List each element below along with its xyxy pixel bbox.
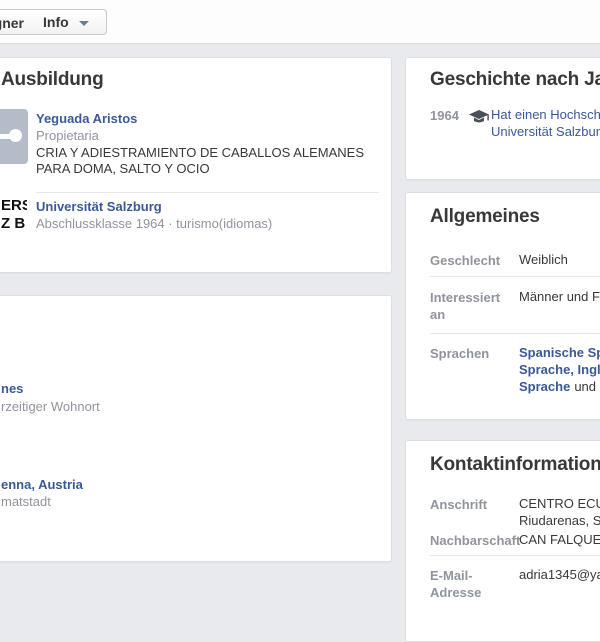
history-by-year-card: Geschichte nach Jahr 1964 Hat einen Hoch… xyxy=(405,57,600,180)
hometown-label: matstadt xyxy=(1,494,51,509)
history-event-link[interactable]: Universität Salzburg xyxy=(491,124,600,139)
history-card-title: Geschichte nach Jahr xyxy=(430,69,600,91)
address-value: CENTRO ECUEST xyxy=(519,496,600,511)
current-city-link[interactable]: nes xyxy=(1,381,23,396)
university-entry-title-link[interactable]: Universität Salzburg xyxy=(36,199,162,214)
education-card-title: Ausbildung xyxy=(1,69,103,91)
work-education-card: Ausbildung Yeguada Aristos Propietaria C… xyxy=(0,57,392,273)
interested-in-value: Männer und Frau xyxy=(519,289,600,304)
work-entry-description: CRIA Y ADIESTRAMIENTO DE CABALLOS ALEMAN… xyxy=(36,145,366,177)
language-link[interactable]: Sprache xyxy=(519,379,570,394)
university-logo: ERS Z B xyxy=(1,197,27,237)
address-value: Riudarenas, Spa xyxy=(519,513,600,528)
university-logo-text: ERS xyxy=(1,197,27,215)
entry-divider xyxy=(36,192,379,193)
interested-in-label: Interessiert an xyxy=(430,289,510,323)
work-placeholder-icon xyxy=(0,109,28,164)
neighborhood-label: Nachbarschaft xyxy=(430,532,520,549)
cut-off-tab-button[interactable]: gner xyxy=(0,9,34,35)
languages-label: Sprachen xyxy=(430,345,489,362)
work-entry-role: Propietaria xyxy=(36,128,99,143)
work-icon-shape xyxy=(9,129,22,142)
basic-info-card-title: Allgemeines xyxy=(430,206,540,228)
university-logo-text: Z B xyxy=(1,215,27,233)
gender-label: Geschlecht xyxy=(430,252,500,269)
current-city-label: rzeitiger Wohnort xyxy=(1,399,100,414)
row-divider xyxy=(430,333,600,334)
address-label: Anschrift xyxy=(430,496,487,513)
history-year: 1964 xyxy=(430,108,459,123)
info-tab-button[interactable]: Info xyxy=(33,9,107,35)
language-link[interactable]: Spanische Spr xyxy=(519,345,600,360)
graduation-cap-icon xyxy=(469,110,489,130)
gender-value: Weiblich xyxy=(519,252,568,267)
contact-card-title: Kontaktinformationen xyxy=(430,454,600,476)
university-entry-details: Abschlussklasse 1964 · turismo(idiomas) xyxy=(36,216,272,231)
hometown-link[interactable]: enna, Austria xyxy=(1,477,83,492)
language-link[interactable]: Sprache, Ingle xyxy=(519,362,600,377)
contact-info-card: Kontaktinformationen Anschrift CENTRO EC… xyxy=(405,440,600,642)
info-tab-label: Info xyxy=(43,9,69,35)
languages-connector-text: und xyxy=(574,379,596,394)
caret-down-icon xyxy=(79,21,89,26)
history-event-link[interactable]: Hat einen Hochschulab xyxy=(491,107,600,122)
neighborhood-value: CAN FALQUES xyxy=(519,532,600,547)
places-card: nes rzeitiger Wohnort enna, Austria mats… xyxy=(0,295,392,562)
email-value: adria1345@yah xyxy=(519,567,600,582)
work-entry-title-link[interactable]: Yeguada Aristos xyxy=(36,111,137,126)
toolbar: gner Info xyxy=(0,0,600,44)
email-label: E-Mail-Adresse xyxy=(430,567,490,601)
basic-info-card: Allgemeines Geschlecht Weiblich Interess… xyxy=(405,192,600,420)
row-divider xyxy=(430,555,600,556)
language-links-row: SpracheundK xyxy=(519,379,600,394)
row-divider xyxy=(430,276,600,277)
